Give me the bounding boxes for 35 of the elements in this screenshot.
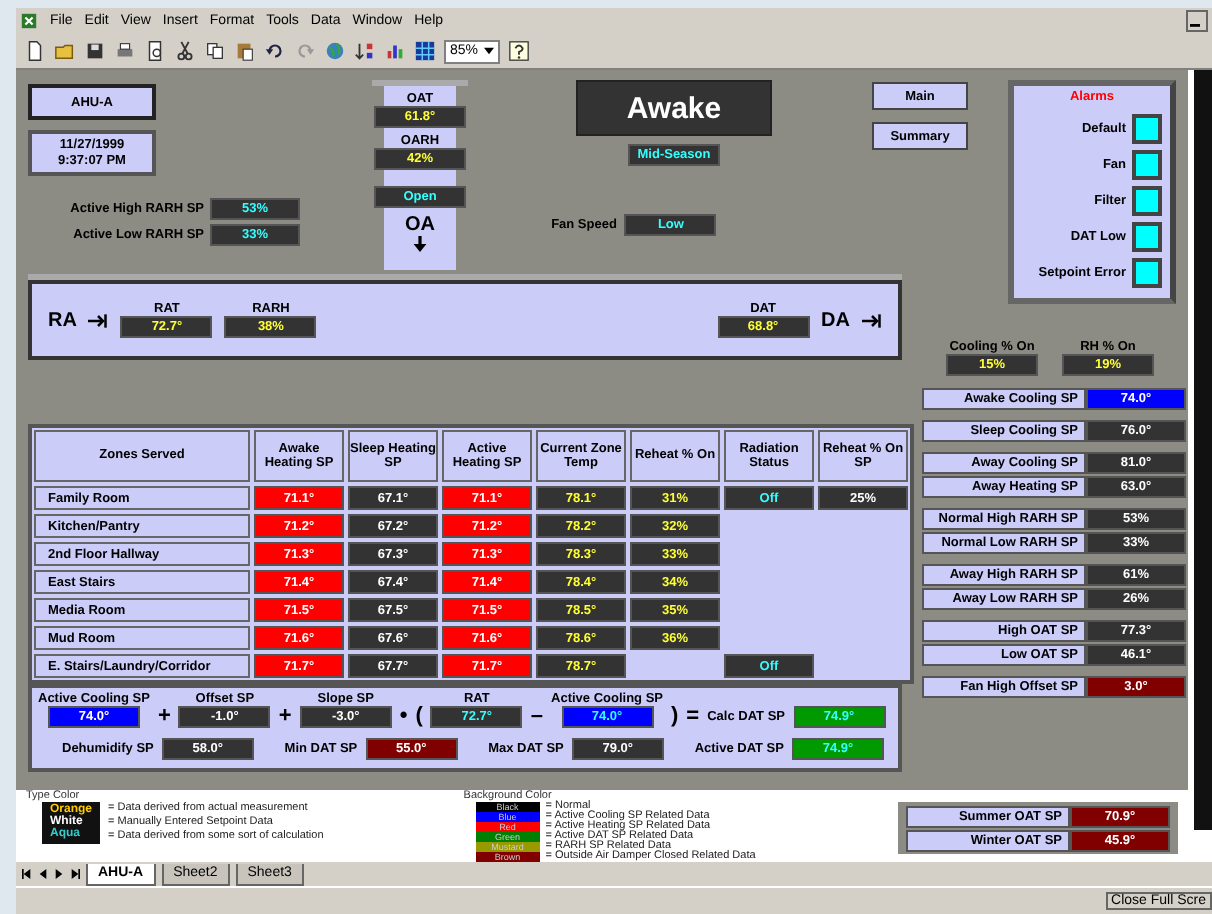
- discharge-air-label: DA: [821, 309, 850, 331]
- new-file-icon[interactable]: [24, 40, 46, 62]
- operator: (: [415, 706, 423, 728]
- mode-title: Awake: [576, 80, 772, 136]
- undo-icon[interactable]: [264, 40, 286, 62]
- paste-icon[interactable]: [234, 40, 256, 62]
- right-arrow-icon: [862, 311, 882, 329]
- operator: •: [399, 706, 408, 728]
- scroll-right-icon[interactable]: [54, 868, 64, 880]
- chart-icon[interactable]: [384, 40, 406, 62]
- return-air-label: RA: [48, 309, 77, 331]
- operator: +: [157, 706, 171, 728]
- operator: –: [530, 706, 544, 728]
- folder-icon[interactable]: [54, 40, 76, 62]
- preview-icon[interactable]: [144, 40, 166, 62]
- save-icon[interactable]: [84, 40, 106, 62]
- scroll-left-icon[interactable]: [38, 868, 48, 880]
- sort-icon[interactable]: [354, 40, 376, 62]
- operator: ): [671, 706, 679, 728]
- scroll-left-icon[interactable]: [22, 868, 32, 880]
- help-icon[interactable]: [508, 40, 531, 62]
- caret-icon: [484, 46, 495, 56]
- printer-icon[interactable]: [114, 40, 136, 62]
- operator: +: [278, 706, 292, 728]
- globe-icon[interactable]: [324, 40, 346, 62]
- copy-icon[interactable]: [204, 40, 226, 62]
- grid-icon[interactable]: [414, 40, 436, 62]
- intake-label: OA: [405, 214, 435, 236]
- minimize-button[interactable]: [1186, 10, 1208, 32]
- down-arrow-icon: [412, 236, 428, 252]
- scissors-icon[interactable]: [174, 40, 196, 62]
- spreadsheet-icon: [20, 12, 38, 30]
- scroll-right-icon[interactable]: [70, 868, 80, 880]
- right-arrow-icon: [88, 311, 109, 329]
- operator: =: [686, 706, 700, 728]
